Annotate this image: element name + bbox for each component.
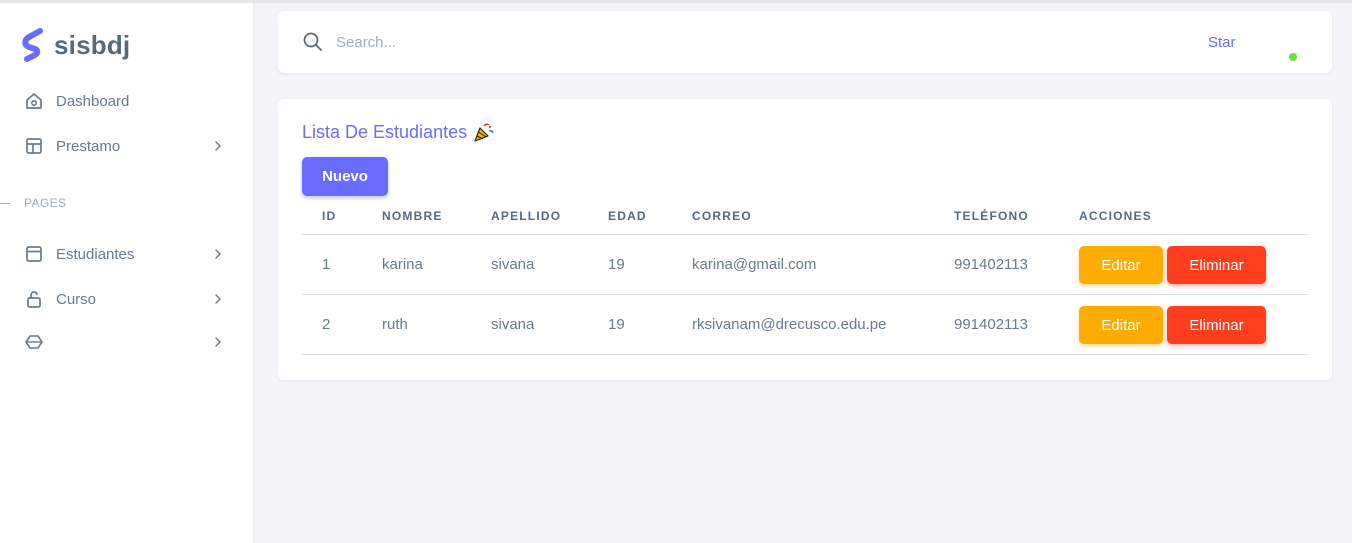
sidebar-item-prestamo[interactable]: Prestamo <box>14 127 240 165</box>
party-popper-icon <box>474 123 494 142</box>
sidebar-item-curso[interactable]: Curso <box>14 280 240 318</box>
brand[interactable]: sisbdj <box>22 28 130 62</box>
cell-id: 2 <box>322 316 331 333</box>
layout-icon <box>24 136 44 156</box>
search-input[interactable] <box>336 29 836 55</box>
sidebar-item-unnamed[interactable] <box>14 323 240 361</box>
sidebar: sisbdj Dashboard Prestamo PAGES Estudian… <box>0 0 253 543</box>
chevron-right-icon <box>215 337 221 347</box>
table-row: 2 ruth sivana 19 rksivanam@drecusco.edu.… <box>302 295 1308 355</box>
delete-button[interactable]: Eliminar <box>1167 246 1266 284</box>
sidebar-item-dashboard[interactable]: Dashboard <box>14 82 240 120</box>
top-navbar: Star <box>278 11 1332 73</box>
cell-nombre: ruth <box>382 316 408 333</box>
students-table: ID NOMBRE APELLIDO EDAD CORREO TELÉFONO … <box>302 203 1308 355</box>
lock-icon <box>24 289 44 309</box>
cell-correo: rksivanam@drecusco.edu.pe <box>692 316 887 333</box>
cell-telefono: 991402113 <box>954 316 1028 333</box>
sidebar-item-estudiantes[interactable]: Estudiantes <box>14 235 240 273</box>
brand-logo-icon <box>22 28 43 62</box>
column-header-nombre: NOMBRE <box>382 209 443 223</box>
sidebar-item-label: Curso <box>56 290 97 308</box>
edit-button[interactable]: Editar <box>1079 246 1163 284</box>
table-row: 1 karina sivana 19 karina@gmail.com 9914… <box>302 235 1308 295</box>
cell-nombre: karina <box>382 256 423 273</box>
brand-name: sisbdj <box>54 29 131 60</box>
column-header-correo: CORREO <box>692 209 752 223</box>
card-title-text: Lista De Estudiantes <box>302 121 468 142</box>
card-title: Lista De Estudiantes <box>302 121 495 143</box>
column-header-id: ID <box>322 209 337 223</box>
cell-edad: 19 <box>608 316 625 333</box>
menu-section-header: PAGES <box>0 196 66 210</box>
star-link[interactable]: Star <box>1208 34 1236 51</box>
section-header-label: PAGES <box>24 196 67 210</box>
delete-button[interactable]: Eliminar <box>1167 306 1266 344</box>
top-border <box>0 0 1352 3</box>
students-card: Lista De Estudiantes Nuevo ID NOMBRE APE… <box>278 99 1332 380</box>
sidebar-item-label: Dashboard <box>56 92 130 110</box>
home-icon <box>24 91 44 111</box>
column-header-edad: EDAD <box>608 209 647 223</box>
sidebar-item-label: Estudiantes <box>56 245 135 263</box>
column-header-acciones: ACCIONES <box>1079 209 1152 223</box>
search-icon <box>303 32 322 51</box>
cell-correo: karina@gmail.com <box>692 256 817 273</box>
new-student-button[interactable]: Nuevo <box>302 157 388 196</box>
window-icon <box>24 244 44 264</box>
cell-apellido: sivana <box>491 316 535 333</box>
column-header-telefono: TELÉFONO <box>954 209 1029 223</box>
cell-apellido: sivana <box>491 256 535 273</box>
online-status-dot <box>1289 53 1297 61</box>
column-header-apellido: APELLIDO <box>491 209 562 223</box>
chevron-right-icon <box>215 294 221 304</box>
edit-button[interactable]: Editar <box>1079 306 1163 344</box>
cell-id: 1 <box>322 256 331 273</box>
cell-telefono: 991402113 <box>954 256 1028 273</box>
cube-icon <box>24 332 44 352</box>
section-divider <box>0 202 10 204</box>
chevron-right-icon <box>215 141 221 151</box>
cell-edad: 19 <box>608 256 625 273</box>
chevron-right-icon <box>215 249 221 259</box>
table-header: ID NOMBRE APELLIDO EDAD CORREO TELÉFONO … <box>302 203 1308 235</box>
sidebar-item-label: Prestamo <box>56 137 121 155</box>
